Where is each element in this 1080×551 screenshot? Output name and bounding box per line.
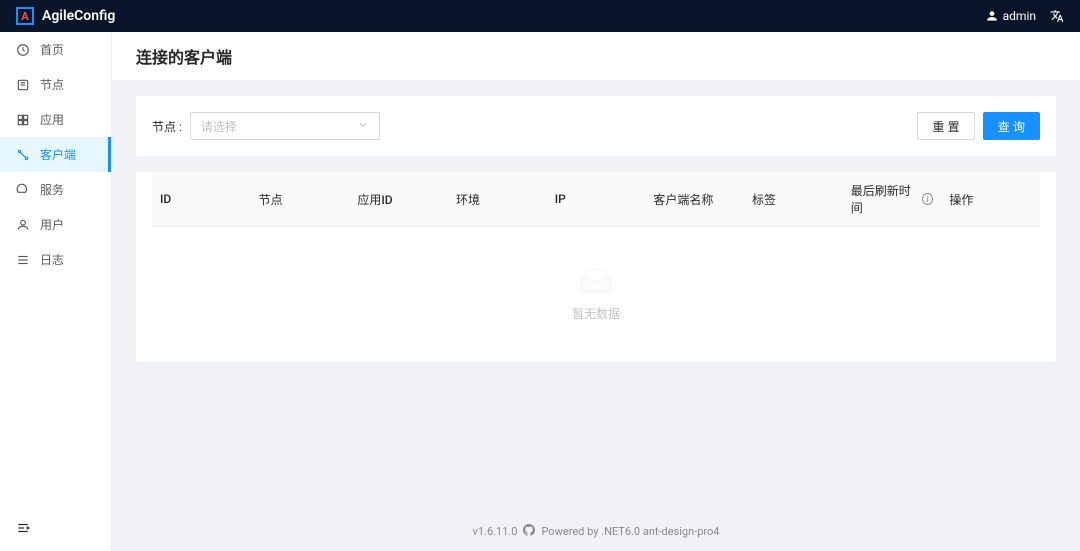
dashboard-icon [16, 43, 30, 57]
header-left: A AgileConfig [16, 7, 115, 25]
node-select[interactable]: 请选择 [190, 112, 380, 140]
user-menu[interactable]: admin [985, 9, 1036, 23]
sidebar: 首页 节点 应用 客户端 [0, 32, 112, 551]
reset-button[interactable]: 重 置 [917, 112, 974, 140]
footer: v1.6.11.0 Powered by .NET6.0 ant-design-… [112, 512, 1080, 551]
main-content: 连接的客户端 节点 : 请选择 重 置 查 询 [112, 32, 1080, 551]
sidebar-item-user[interactable]: 用户 [0, 207, 111, 242]
sidebar-item-label: 客户端 [40, 146, 76, 163]
sidebar-item-service[interactable]: 服务 [0, 172, 111, 207]
th-ip: IP [547, 182, 646, 216]
th-last-refresh: 最后刷新时间 i [843, 182, 942, 216]
app-icon [16, 113, 30, 127]
node-icon [16, 78, 30, 92]
logo-icon: A [16, 7, 34, 25]
select-placeholder: 请选择 [201, 118, 237, 135]
sidebar-item-log[interactable]: 日志 [0, 242, 111, 277]
sidebar-item-label: 服务 [40, 181, 64, 198]
sidebar-item-label: 日志 [40, 251, 64, 268]
page-header: 连接的客户端 [112, 32, 1080, 80]
filter-node-label: 节点 : [152, 118, 182, 135]
th-env: 环境 [448, 182, 547, 216]
th-client-name: 客户端名称 [645, 182, 744, 216]
empty-state: 暂无数据 [136, 227, 1056, 362]
table-card: ID 节点 应用ID 环境 IP 客户端名称 标签 最后刷新时间 i 操作 [136, 172, 1056, 362]
empty-icon [576, 267, 616, 297]
empty-text: 暂无数据 [136, 305, 1056, 322]
sidebar-item-label: 节点 [40, 76, 64, 93]
sidebar-item-app[interactable]: 应用 [0, 102, 111, 137]
chevron-down-icon [357, 119, 369, 134]
app-name: AgileConfig [42, 8, 115, 24]
sidebar-item-label: 应用 [40, 111, 64, 128]
sidebar-item-label: 用户 [40, 216, 64, 233]
info-icon[interactable]: i [922, 193, 933, 205]
th-node: 节点 [251, 182, 350, 216]
sidebar-item-client[interactable]: 客户端 [0, 137, 111, 172]
username: admin [1003, 9, 1036, 23]
client-icon [16, 148, 30, 162]
top-header: A AgileConfig admin [0, 0, 1080, 32]
sidebar-item-home[interactable]: 首页 [0, 32, 111, 67]
th-operation: 操作 [941, 182, 1040, 216]
header-right: admin [985, 9, 1064, 23]
query-button[interactable]: 查 询 [983, 112, 1040, 140]
sidebar-item-node[interactable]: 节点 [0, 67, 111, 102]
sidebar-item-label: 首页 [40, 41, 64, 58]
service-icon [16, 183, 30, 197]
github-icon[interactable] [523, 524, 535, 539]
language-icon[interactable] [1050, 9, 1064, 23]
table-header: ID 节点 应用ID 环境 IP 客户端名称 标签 最后刷新时间 i 操作 [152, 172, 1040, 227]
collapse-icon [16, 521, 30, 535]
page-title: 连接的客户端 [136, 44, 1056, 68]
th-appid: 应用ID [349, 182, 448, 216]
th-tag: 标签 [744, 182, 843, 216]
log-icon [16, 253, 30, 267]
user-avatar-icon [985, 9, 999, 23]
footer-version: v1.6.11.0 [473, 525, 518, 538]
filter-card: 节点 : 请选择 重 置 查 询 [136, 96, 1056, 156]
user-icon [16, 218, 30, 232]
th-id: ID [152, 182, 251, 216]
sidebar-collapse-button[interactable] [0, 509, 111, 551]
footer-powered: Powered by .NET6.0 ant-design-pro4 [541, 525, 719, 538]
